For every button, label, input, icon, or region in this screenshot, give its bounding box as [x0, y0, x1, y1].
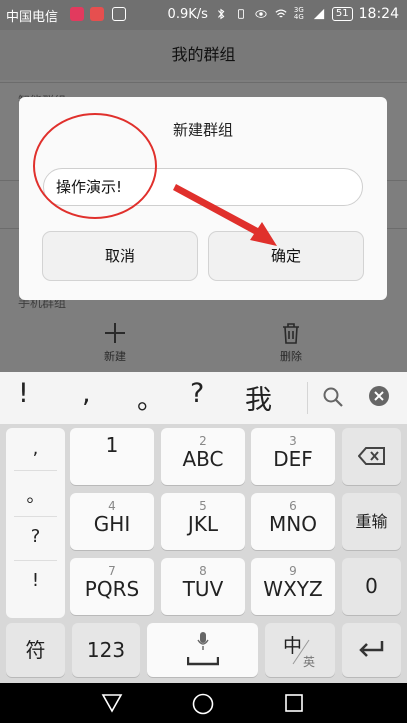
backspace-icon [357, 447, 385, 465]
page-title: 我的群组 [0, 30, 407, 80]
reenter-label: 重输 [355, 512, 388, 531]
key-8-tuv[interactable]: 8 TUV [161, 558, 245, 615]
recent-apps-icon[interactable] [284, 693, 304, 713]
network-type: 3G 4G [293, 6, 304, 21]
candidate-item[interactable]: 我 [245, 378, 272, 417]
number-mode-label: 123 [86, 638, 126, 662]
key-letters: MNO [269, 512, 317, 536]
symbol-divider [14, 516, 57, 517]
key-number: 9 [289, 564, 297, 578]
language-sub: 英 [303, 655, 316, 669]
key-2-abc[interactable]: 2 ABC [161, 428, 245, 485]
carrier-name: 中国电信 [6, 10, 59, 25]
symbol-column: , 。 ? ! [6, 428, 65, 618]
key-number: 4 [108, 499, 116, 513]
enter-icon [358, 641, 383, 657]
list-divider [0, 82, 407, 83]
key-5-jkl[interactable]: 5 JKL [161, 493, 245, 550]
key-number: 3 [289, 434, 297, 448]
delete-group-button[interactable]: 删除 [251, 322, 331, 364]
key-7-pqrs[interactable]: 7 PQRS [70, 558, 154, 615]
confirm-button[interactable]: 确定 [208, 231, 364, 281]
candidate-item[interactable]: ? [190, 378, 204, 409]
eye-icon [255, 10, 267, 18]
candidate-item[interactable]: , [82, 378, 91, 409]
new-group-button[interactable]: 新建 [75, 322, 155, 364]
symbol-mode-label: 符 [25, 638, 46, 662]
reenter-key[interactable]: 重输 [342, 493, 401, 550]
cancel-button[interactable]: 取消 [42, 231, 198, 281]
symbol-divider [14, 560, 57, 561]
symbol-key[interactable]: 。 [6, 482, 65, 508]
vibrate-icon [237, 9, 244, 19]
trash-icon [283, 323, 299, 344]
symbol-divider [14, 470, 57, 471]
symbol-key[interactable]: , [6, 438, 65, 459]
number-mode-key[interactable]: 123 [72, 623, 140, 677]
key-letters: DEF [273, 447, 313, 471]
key-letters: GHI [93, 512, 131, 536]
dialog-title: 新建群组 [172, 121, 233, 139]
network-speed: 0.9K/s [167, 6, 208, 22]
back-icon[interactable] [101, 693, 123, 713]
status-right: 0.9K/s 3G 4G 51 18:24 [168, 6, 399, 22]
space-key[interactable] [147, 623, 258, 677]
key-1[interactable]: 1 [70, 428, 154, 485]
close-icon[interactable] [368, 385, 390, 407]
battery-level: 51 [331, 7, 353, 21]
key-number: 2 [199, 434, 207, 448]
clock: 18:24 [358, 6, 399, 22]
key-letters: PQRS [84, 577, 140, 601]
plus-icon [105, 323, 125, 343]
signal-icon [313, 8, 325, 20]
candidate-separator [307, 382, 308, 414]
key-4-ghi[interactable]: 4 GHI [70, 493, 154, 550]
backspace-key[interactable] [342, 428, 401, 485]
key-letters: 1 [105, 433, 119, 457]
key-letters: JKL [187, 512, 219, 536]
zero-label: 0 [365, 574, 378, 598]
music-app-icon [70, 7, 84, 21]
key-6-mno[interactable]: 6 MNO [251, 493, 335, 550]
candidate-item[interactable]: ! [18, 378, 29, 409]
bluetooth-icon [217, 8, 225, 20]
key-9-wxyz[interactable]: 9 WXYZ [251, 558, 335, 615]
key-number: 7 [108, 564, 116, 578]
notification-app-icon [90, 7, 104, 21]
symbol-key[interactable]: ! [6, 570, 65, 591]
ime-keyboard: ! , 。 ? 我 , 。 ? ! 1 2 ABC 3 DEF 4 GHI 5 [0, 372, 407, 683]
key-number: 5 [199, 499, 207, 513]
key-letters: ABC [182, 447, 224, 471]
image-app-icon [112, 7, 126, 21]
group-name-input[interactable]: 操作演示! [43, 168, 363, 206]
key-0[interactable]: 0 [342, 558, 401, 615]
new-group-dialog: 新建群组 操作演示! 取消 确定 [19, 97, 387, 300]
delete-group-label: 删除 [280, 350, 302, 363]
home-icon[interactable] [192, 693, 214, 715]
key-number: 8 [199, 564, 207, 578]
space-bar-icon [187, 657, 219, 666]
microphone-icon [197, 632, 209, 650]
navigation-bar [0, 683, 407, 723]
new-group-label: 新建 [104, 350, 126, 363]
candidate-bar: ! , 。 ? 我 [0, 372, 407, 424]
search-icon[interactable] [322, 386, 344, 408]
language-switch-key[interactable]: 中 英 [265, 623, 335, 677]
enter-key[interactable] [342, 623, 401, 677]
key-letters: WXYZ [263, 577, 323, 601]
key-number: 6 [289, 499, 297, 513]
key-3-def[interactable]: 3 DEF [251, 428, 335, 485]
status-bar: 中国电信 0.9K/s 3G 4G 51 18:24 [0, 0, 407, 30]
symbol-mode-key[interactable]: 符 [6, 623, 65, 677]
wifi-icon [275, 9, 287, 18]
bottom-toolbar: 新建 删除 [0, 318, 407, 372]
candidate-item[interactable]: 。 [137, 378, 164, 417]
key-letters: TUV [182, 577, 224, 601]
symbol-key[interactable]: ? [6, 526, 65, 547]
